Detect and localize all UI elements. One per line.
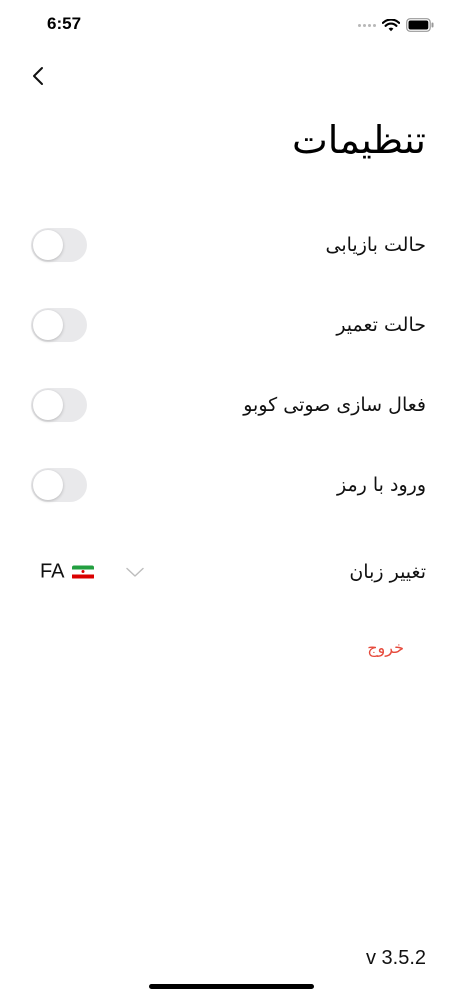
home-indicator (149, 984, 314, 989)
recovery-mode-toggle[interactable] (31, 228, 87, 262)
chevron-down-icon (126, 567, 145, 577)
setting-label: فعال سازی صوتی کوبو (243, 394, 426, 416)
setting-label: ورود با رمز (337, 474, 426, 496)
repair-mode-toggle[interactable] (31, 308, 87, 342)
setting-row-repair-mode: حالت تعمیر (0, 303, 462, 347)
password-login-toggle[interactable] (31, 468, 87, 502)
logout-button[interactable]: خروج (367, 638, 404, 657)
setting-row-voice-activation: فعال سازی صوتی کوبو (0, 383, 462, 427)
toggle-knob (33, 310, 63, 340)
back-button[interactable] (24, 62, 52, 90)
page-title: تنظیمات (291, 118, 426, 162)
toggle-knob (33, 470, 63, 500)
iran-flag-icon (72, 565, 95, 579)
app-version: v 3.5.2 (365, 947, 426, 969)
status-time: 6:57 (47, 14, 82, 33)
setting-row-language: تغییر زبان FA (0, 550, 462, 594)
toggle-knob (33, 230, 63, 260)
toggle-knob (33, 390, 63, 420)
setting-label: حالت تعمیر (336, 314, 426, 336)
chevron-left-icon (33, 67, 43, 85)
status-icons (358, 18, 434, 32)
battery-icon (406, 18, 434, 32)
language-dropdown[interactable]: FA (40, 560, 145, 584)
setting-row-recovery-mode: حالت بازیابی (0, 223, 462, 267)
signal-dots-icon (358, 23, 376, 27)
setting-row-password-login: ورود با رمز (0, 463, 462, 507)
status-bar: 6:57 (0, 0, 462, 50)
language-label: تغییر زبان (349, 561, 426, 583)
language-value: FA (40, 560, 65, 583)
voice-activation-toggle[interactable] (31, 388, 87, 422)
wifi-icon (382, 18, 400, 31)
setting-label: حالت بازیابی (325, 234, 426, 256)
